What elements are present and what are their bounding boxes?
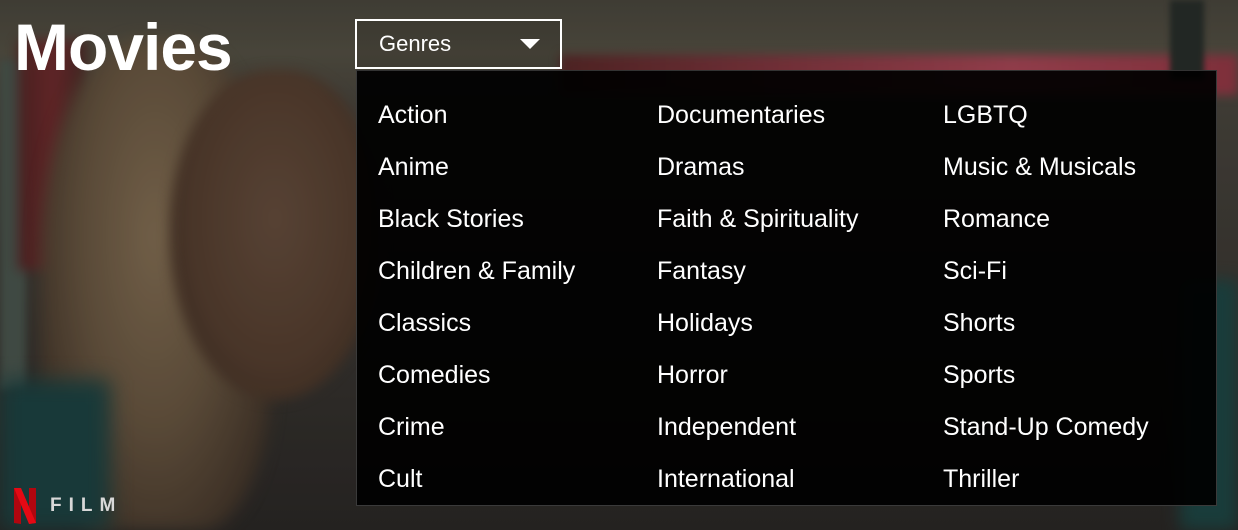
genre-item-horror[interactable]: Horror [657, 349, 858, 401]
genres-dropdown-button[interactable]: Genres [355, 19, 562, 69]
netflix-film-badge: FILM [14, 488, 122, 524]
genre-item-sports[interactable]: Sports [943, 349, 1149, 401]
genre-item-romance[interactable]: Romance [943, 193, 1149, 245]
genre-item-crime[interactable]: Crime [378, 401, 575, 453]
genre-item-thriller[interactable]: Thriller [943, 453, 1149, 505]
genre-item-comedies[interactable]: Comedies [378, 349, 575, 401]
genres-column-2: Documentaries Dramas Faith & Spiritualit… [657, 89, 858, 505]
genre-item-faith-spirituality[interactable]: Faith & Spirituality [657, 193, 858, 245]
genre-item-shorts[interactable]: Shorts [943, 297, 1149, 349]
genre-item-music-musicals[interactable]: Music & Musicals [943, 141, 1149, 193]
genres-column-1: Action Anime Black Stories Children & Fa… [378, 89, 575, 505]
genre-item-holidays[interactable]: Holidays [657, 297, 858, 349]
netflix-n-icon [14, 488, 36, 524]
genre-item-anime[interactable]: Anime [378, 141, 575, 193]
genres-column-3: LGBTQ Music & Musicals Romance Sci-Fi Sh… [943, 89, 1149, 505]
page-title: Movies [14, 10, 233, 84]
genre-item-independent[interactable]: Independent [657, 401, 858, 453]
film-label: FILM [50, 495, 123, 516]
genre-item-black-stories[interactable]: Black Stories [378, 193, 575, 245]
genre-item-international[interactable]: International [657, 453, 858, 505]
genres-dropdown-menu: Action Anime Black Stories Children & Fa… [356, 70, 1217, 506]
genre-item-stand-up-comedy[interactable]: Stand-Up Comedy [943, 401, 1149, 453]
genre-item-sci-fi[interactable]: Sci-Fi [943, 245, 1149, 297]
genre-item-classics[interactable]: Classics [378, 297, 575, 349]
genre-item-children-family[interactable]: Children & Family [378, 245, 575, 297]
genre-item-fantasy[interactable]: Fantasy [657, 245, 858, 297]
genre-item-lgbtq[interactable]: LGBTQ [943, 89, 1149, 141]
caret-down-icon [520, 39, 540, 49]
genres-dropdown-label: Genres [379, 31, 452, 56]
genre-item-dramas[interactable]: Dramas [657, 141, 858, 193]
genre-item-documentaries[interactable]: Documentaries [657, 89, 858, 141]
genre-item-action[interactable]: Action [378, 89, 575, 141]
genre-item-cult[interactable]: Cult [378, 453, 575, 505]
